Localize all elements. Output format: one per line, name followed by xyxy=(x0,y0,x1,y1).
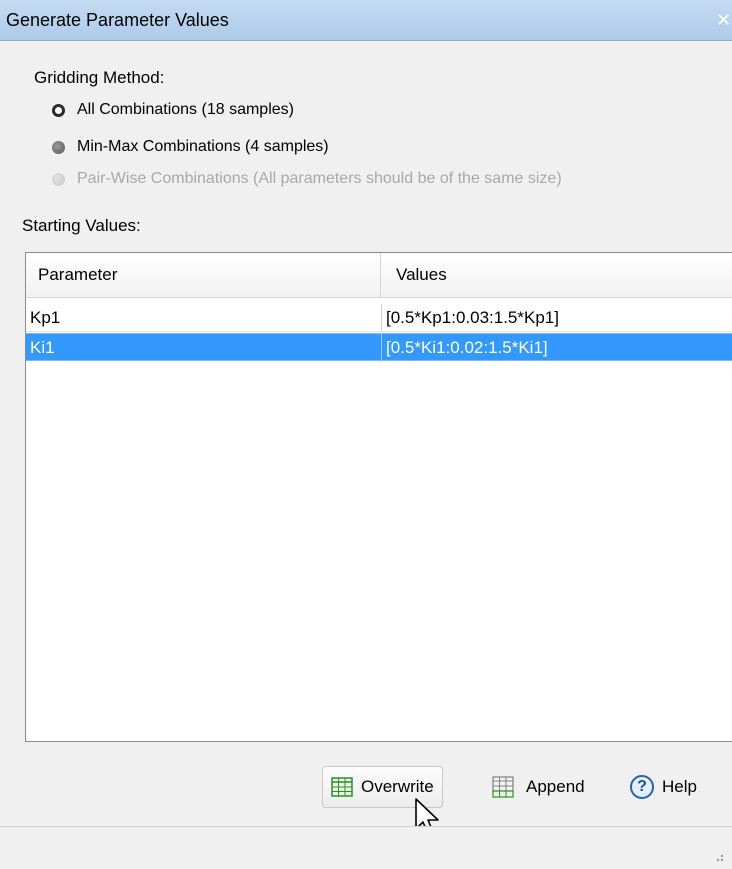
parameter-cell[interactable]: Kp1 xyxy=(30,304,370,332)
values-cell[interactable]: [0.5*Ki1:0.02:1.5*Ki1] xyxy=(381,334,732,362)
radio-label-all-combinations: All Combinations (18 samples) xyxy=(77,101,294,118)
title-bar[interactable]: Generate Parameter Values ✕ xyxy=(0,0,732,41)
help-icon: ? xyxy=(630,775,654,799)
starting-values-label: Starting Values: xyxy=(22,216,141,235)
radio-label-pair-wise-combinations: Pair-Wise Combinations (All parameters s… xyxy=(77,170,562,187)
column-divider[interactable] xyxy=(380,253,381,297)
column-header-parameter[interactable]: Parameter xyxy=(38,253,117,297)
grid-table-icon xyxy=(331,777,353,797)
gridding-method-label: Gridding Method: xyxy=(34,68,165,87)
starting-values-table[interactable]: Parameter Values Kp1 [0.5*Kp1:0.03:1.5*K… xyxy=(25,252,732,742)
table-row[interactable]: Kp1 [0.5*Kp1:0.03:1.5*Kp1] xyxy=(26,304,732,332)
radio-pair-wise-combinations: Pair-Wise Combinations (All parameters s… xyxy=(52,168,562,190)
radio-disabled-icon xyxy=(52,172,65,186)
help-button-label: Help xyxy=(662,777,697,796)
table-row-selected[interactable]: Ki1 [0.5*Ki1:0.02:1.5*Ki1] xyxy=(26,333,732,362)
status-bar xyxy=(0,826,732,869)
radio-selected-icon[interactable] xyxy=(52,103,65,117)
append-button[interactable]: Append xyxy=(492,766,585,808)
help-button[interactable]: ? Help xyxy=(630,766,697,808)
table-header: Parameter Values xyxy=(26,253,732,298)
append-button-label: Append xyxy=(526,777,585,796)
resize-grip-icon[interactable] xyxy=(712,850,724,862)
parameter-cell[interactable]: Ki1 xyxy=(30,334,370,362)
overwrite-button-label: Overwrite xyxy=(361,777,434,796)
dialog-title: Generate Parameter Values xyxy=(6,10,229,30)
radio-label-min-max-combinations: Min-Max Combinations (4 samples) xyxy=(77,138,329,155)
generate-parameter-values-dialog: Generate Parameter Values ✕ Gridding Met… xyxy=(0,0,732,869)
values-cell[interactable]: [0.5*Kp1:0.03:1.5*Kp1] xyxy=(381,304,732,332)
grid-table-add-icon xyxy=(492,776,518,798)
column-header-values[interactable]: Values xyxy=(396,253,447,297)
close-icon[interactable]: ✕ xyxy=(716,10,732,30)
radio-unselected-icon[interactable] xyxy=(52,140,65,154)
radio-all-combinations[interactable]: All Combinations (18 samples) xyxy=(52,99,294,121)
radio-min-max-combinations[interactable]: Min-Max Combinations (4 samples) xyxy=(52,136,329,158)
help-question-mark: ? xyxy=(630,775,654,799)
